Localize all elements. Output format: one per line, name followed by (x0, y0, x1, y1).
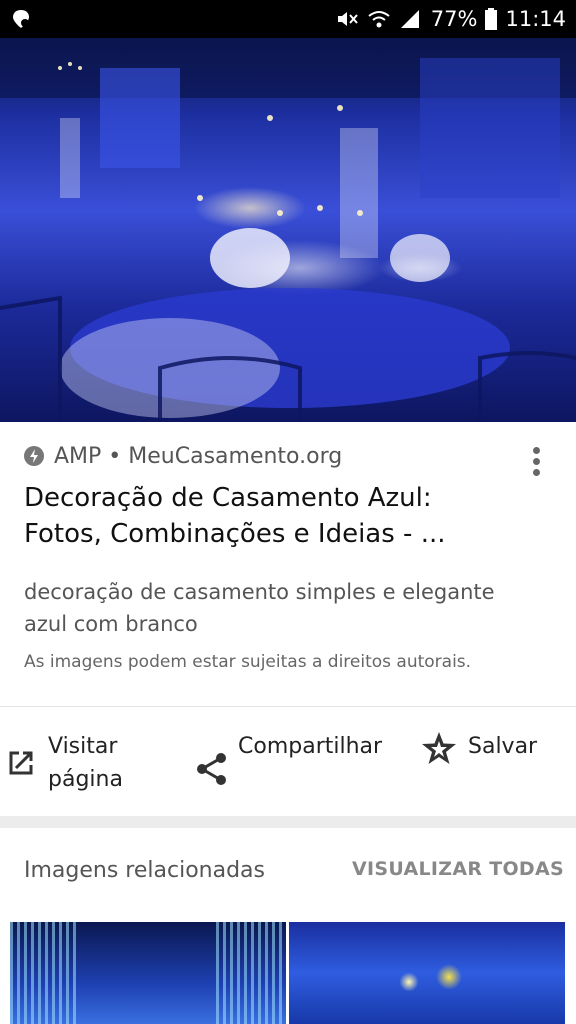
divider (0, 706, 576, 707)
amp-icon (24, 446, 44, 466)
related-image-thumbnail[interactable] (289, 922, 565, 1024)
notification-icon (13, 10, 29, 28)
battery-level: 77% (430, 7, 478, 31)
clock: 11:14 (505, 7, 566, 31)
share-button[interactable]: Compartilhar (196, 730, 388, 786)
result-description: decoração de casamento simples e elegant… (24, 576, 554, 640)
share-icon (197, 753, 226, 785)
status-bar: 77% 11:14 (0, 0, 576, 38)
more-options-icon[interactable] (526, 444, 546, 484)
save-button[interactable]: Salvar (420, 730, 537, 766)
source-label: AMP • MeuCasamento.org (54, 443, 343, 469)
ballroom-photo (0, 38, 576, 422)
related-images-title: Imagens relacionadas (24, 858, 265, 883)
battery-icon (485, 8, 498, 30)
signal-icon (400, 10, 419, 28)
view-all-button[interactable]: VISUALIZAR TODAS (352, 858, 564, 880)
star-icon (422, 732, 456, 764)
visit-page-button[interactable]: Visitar página (6, 730, 158, 796)
result-image[interactable] (0, 38, 576, 422)
description-line-1: decoração de casamento simples e elegant… (24, 580, 495, 604)
save-label: Salvar (468, 734, 538, 759)
title-line-2: Fotos, Combinações e Ideias - ... (24, 519, 446, 549)
visit-label-line-2: página (48, 767, 123, 792)
result-title[interactable]: Decoração de Casamento Azul: Fotos, Comb… (24, 480, 534, 552)
related-image-thumbnail[interactable] (10, 922, 286, 1024)
open-external-icon (9, 751, 33, 775)
visit-label-line-1: Visitar (48, 734, 118, 759)
title-line-1: Decoração de Casamento Azul: (24, 483, 432, 513)
wifi-icon (368, 11, 390, 28)
copyright-notice: As imagens podem estar sujeitas a direit… (24, 652, 472, 672)
description-line-2: azul com branco (24, 612, 198, 636)
source-row[interactable]: AMP • MeuCasamento.org (24, 440, 342, 472)
action-bar: Visitar página Compartilhar Salvar (0, 720, 576, 810)
share-label: Compartilhar (238, 734, 383, 759)
mute-icon (337, 12, 358, 26)
visit-label: Visitar página (48, 730, 158, 796)
